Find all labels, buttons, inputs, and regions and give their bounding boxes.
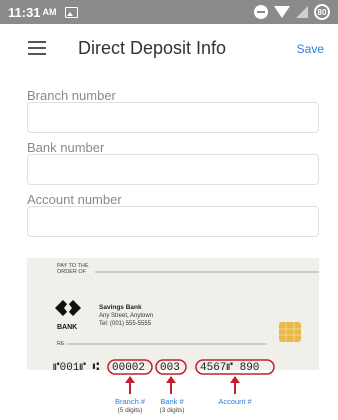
- save-button[interactable]: Save: [297, 42, 324, 56]
- bank-logo-text: BANK: [57, 324, 77, 331]
- re-label: RE: [57, 341, 65, 347]
- status-icons: 80: [254, 4, 330, 20]
- account-caption: Account #: [218, 397, 252, 406]
- battery-icon: 80: [314, 4, 330, 20]
- page-title: Direct Deposit Info: [78, 38, 227, 58]
- wifi-icon: [274, 6, 290, 18]
- check-illustration: PAY TO THE ORDER OF BANK Savings Bank An…: [27, 258, 319, 414]
- bank-tel: Tel: (001) 555-5555: [99, 321, 152, 327]
- status-bar: 11:31 AM 80: [0, 0, 338, 24]
- account-arrow-icon: [230, 376, 240, 394]
- account-number-input[interactable]: [27, 206, 319, 237]
- sample-check-image: PAY TO THE ORDER OF BANK Savings Bank An…: [27, 258, 319, 420]
- cell-signal-icon: [296, 6, 308, 18]
- pay-to-line2: ORDER OF: [57, 269, 87, 275]
- account-number-label: Account number: [27, 192, 122, 207]
- bank-caption: Bank #: [160, 397, 184, 406]
- bank-number-label: Bank number: [27, 140, 105, 155]
- micr-branch: 00002: [112, 362, 145, 374]
- bank-subcaption: (3 digits): [160, 407, 185, 414]
- branch-caption: Branch #: [115, 397, 146, 406]
- image-notification-icon: [64, 6, 78, 18]
- branch-subcaption: (5 digits): [118, 407, 143, 414]
- branch-arrow-icon: [125, 376, 135, 394]
- bank-name: Savings Bank: [99, 304, 142, 311]
- status-ampm: AM: [42, 7, 57, 17]
- do-not-disturb-icon: [254, 5, 268, 19]
- branch-number-label: Branch number: [27, 88, 116, 103]
- bank-address: Any Street, Anytown: [99, 313, 153, 319]
- bank-arrow-icon: [166, 376, 176, 394]
- menu-icon[interactable]: [28, 41, 46, 55]
- app-bar: Direct Deposit Info Save: [0, 28, 338, 70]
- status-time: 11:31: [8, 4, 41, 20]
- bank-number-input[interactable]: [27, 154, 319, 185]
- micr-prefix: ⑈001⑈ ⑆: [53, 362, 100, 374]
- branch-number-input[interactable]: [27, 102, 319, 133]
- micr-bank: 003: [160, 362, 180, 374]
- micr-account: 4567⑈ 890: [200, 362, 259, 374]
- chip-icon: [279, 322, 301, 342]
